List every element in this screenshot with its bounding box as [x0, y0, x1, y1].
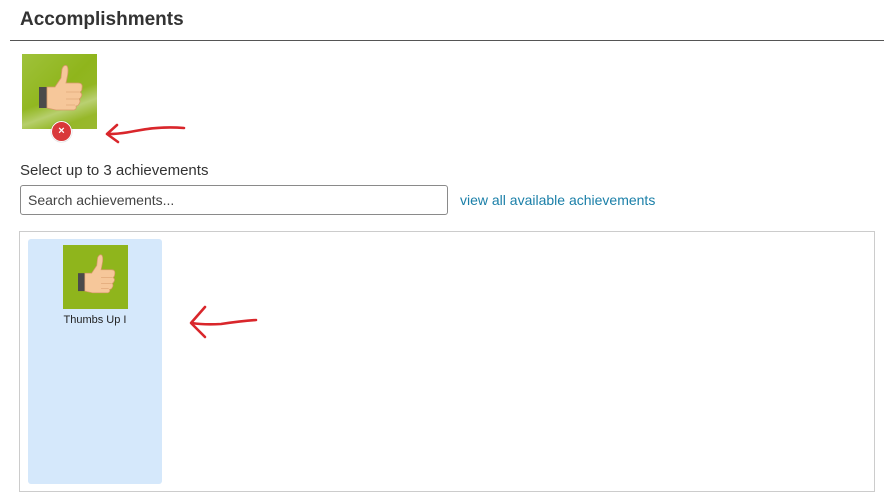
achievement-label: Thumbs Up I — [63, 314, 127, 326]
select-instruction: Select up to 3 achievements — [20, 162, 209, 179]
achievement-badge — [63, 245, 128, 309]
thumbs-up-icon — [78, 254, 116, 294]
annotation-arrow-icon — [105, 123, 186, 144]
selected-achievement-badge — [22, 54, 97, 129]
remove-achievement-button[interactable]: × — [51, 121, 72, 142]
search-input[interactable] — [20, 185, 448, 215]
page-title: Accomplishments — [20, 9, 184, 30]
view-all-achievements-link[interactable]: view all available achievements — [460, 192, 655, 208]
thumbs-up-icon — [39, 65, 83, 111]
achievement-results-panel: Thumbs Up I — [19, 231, 875, 492]
title-divider — [10, 40, 884, 41]
achievement-card-thumbs-up-i[interactable]: Thumbs Up I — [28, 239, 162, 484]
